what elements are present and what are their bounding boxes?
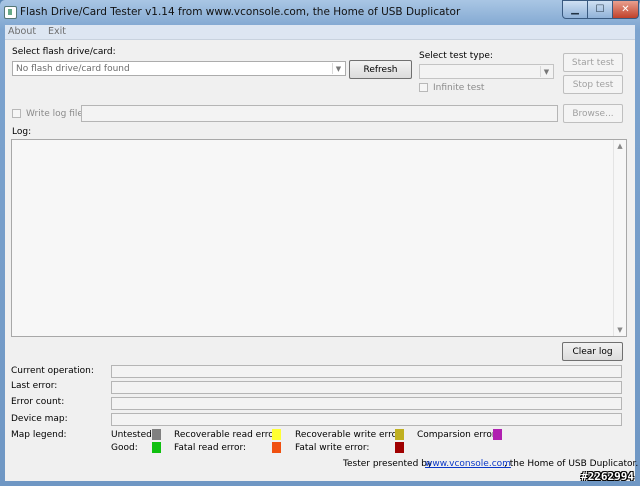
chevron-down-icon: ▼	[332, 63, 344, 74]
scroll-up-icon[interactable]: ▲	[615, 141, 625, 151]
log-file-path-field[interactable]	[81, 105, 558, 122]
log-textarea[interactable]: ▲ ▼	[11, 139, 627, 337]
minimize-button[interactable]: ▁	[562, 0, 588, 19]
legend-fatal-write-label: Fatal write error:	[295, 443, 370, 453]
start-test-button[interactable]: Start test	[563, 53, 623, 72]
close-icon: ✕	[621, 4, 630, 15]
device-map-label: Device map:	[11, 414, 68, 424]
last-error-field	[111, 381, 622, 394]
legend-recoverable-write-swatch	[395, 429, 404, 440]
test-type-label: Select test type:	[419, 51, 493, 61]
log-label: Log:	[12, 127, 32, 137]
client-area: About Exit Select flash drive/card: No f…	[5, 25, 639, 481]
current-operation-label: Current operation:	[11, 366, 94, 376]
vconsole-link[interactable]: www.vconsole.com	[425, 459, 511, 469]
maximize-button[interactable]: ☐	[587, 0, 613, 19]
menu-exit[interactable]: Exit	[48, 26, 66, 37]
stop-test-button[interactable]: Stop test	[563, 75, 623, 94]
scroll-down-icon[interactable]: ▼	[615, 325, 625, 335]
infinite-test-checkbox[interactable]	[419, 83, 428, 92]
app-icon	[4, 6, 17, 19]
maximize-icon: ☐	[595, 4, 605, 15]
legend-comparsion-label: Comparsion error:	[417, 430, 499, 440]
infinite-test-label: Infinite test	[433, 83, 485, 93]
legend-fatal-read-label: Fatal read error:	[174, 443, 247, 453]
clear-log-button[interactable]: Clear log	[562, 342, 623, 361]
legend-recoverable-read-label: Recoverable read error:	[174, 430, 281, 440]
legend-recoverable-read-swatch	[272, 429, 281, 440]
footer-prefix: Tester presented by	[343, 459, 433, 469]
window-title: Flash Drive/Card Tester v1.14 from www.v…	[20, 6, 461, 18]
minimize-icon: ▁	[571, 4, 579, 15]
last-error-label: Last error:	[11, 381, 58, 391]
legend-untested-swatch	[152, 429, 161, 440]
device-map-field	[111, 413, 622, 426]
menu-about[interactable]: About	[8, 26, 36, 37]
log-scrollbar[interactable]: ▲ ▼	[613, 140, 626, 336]
drive-select[interactable]: No flash drive/card found ▼	[12, 61, 346, 76]
write-log-label: Write log file	[26, 109, 83, 119]
browse-button[interactable]: Browse...	[563, 104, 623, 123]
error-count-label: Error count:	[11, 397, 65, 407]
map-legend-label: Map legend:	[11, 430, 67, 440]
drive-select-value: No flash drive/card found	[16, 64, 130, 74]
menu-bar: About Exit	[5, 25, 635, 40]
legend-fatal-write-swatch	[395, 442, 404, 453]
write-log-checkbox[interactable]	[12, 109, 21, 118]
watermark-text: #2262994	[581, 470, 634, 483]
close-button[interactable]: ✕	[612, 0, 639, 19]
legend-good-swatch	[152, 442, 161, 453]
app-window: Flash Drive/Card Tester v1.14 from www.v…	[0, 0, 640, 486]
legend-untested-label: Untested:	[111, 430, 155, 440]
drive-label: Select flash drive/card:	[12, 47, 116, 57]
error-count-field	[111, 397, 622, 410]
legend-recoverable-write-label: Recoverable write error:	[295, 430, 404, 440]
test-type-select[interactable]: ▼	[419, 64, 554, 79]
footer-suffix: , the Home of USB Duplicator.	[504, 459, 639, 469]
legend-comparsion-swatch	[493, 429, 502, 440]
current-operation-field	[111, 365, 622, 378]
refresh-button[interactable]: Refresh	[349, 60, 412, 79]
legend-good-label: Good:	[111, 443, 138, 453]
chevron-down-icon: ▼	[540, 66, 552, 77]
legend-fatal-read-swatch	[272, 442, 281, 453]
